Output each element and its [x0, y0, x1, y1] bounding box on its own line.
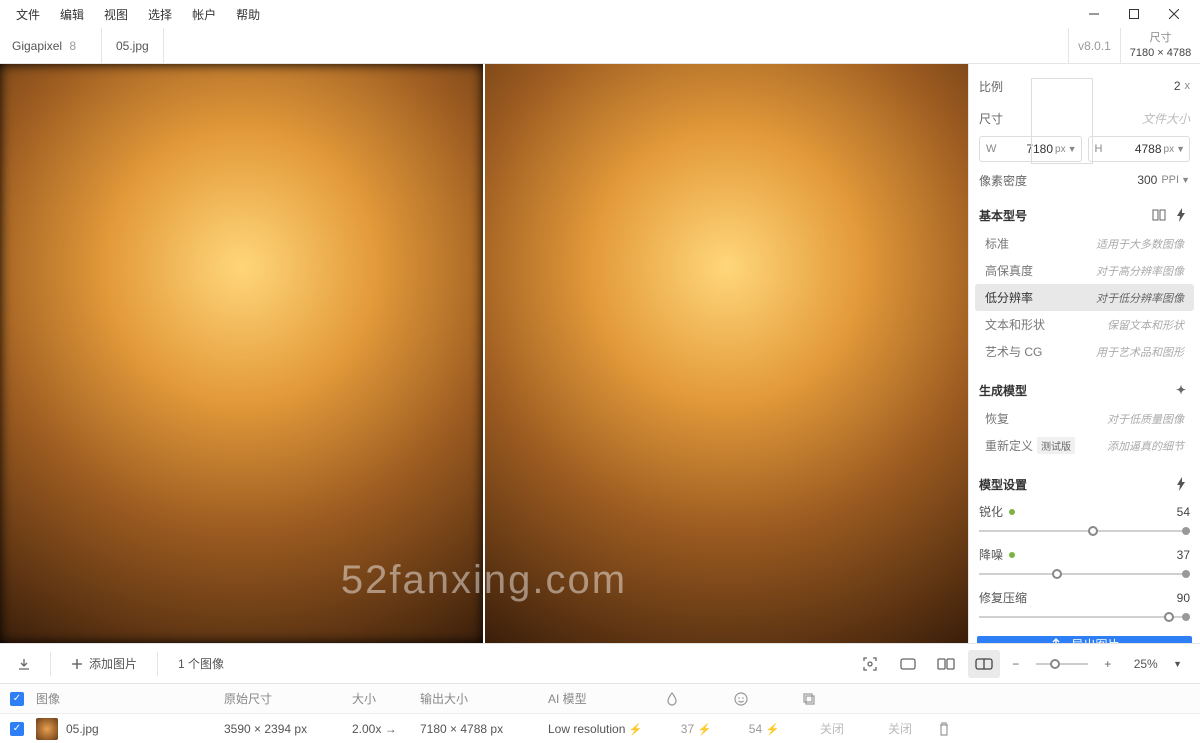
model-text[interactable]: 文本和形状保留文本和形状: [975, 311, 1194, 338]
export-button[interactable]: 导出图片: [977, 636, 1192, 643]
denoise-slider[interactable]: 降噪37: [969, 542, 1200, 585]
bolt-icon[interactable]: [1172, 206, 1190, 224]
view-side-icon[interactable]: [968, 650, 1000, 678]
maximize-button[interactable]: [1114, 0, 1154, 28]
filesize-label: 文件大小: [1142, 110, 1190, 127]
settings-panel: 比例 2 x 尺寸 文件大小 W 7180 px ▼ H 4788 px ▼: [968, 64, 1200, 643]
menu-file[interactable]: 文件: [6, 2, 50, 27]
download-icon[interactable]: [8, 650, 40, 678]
zoom-slider[interactable]: [1036, 663, 1088, 665]
zoom-out-button[interactable]: −: [1006, 650, 1026, 678]
file-table-header: ✓ 图像 原始尺寸 大小 输出大小 AI 模型: [0, 683, 1200, 713]
layers-icon: [802, 692, 862, 706]
menu-select[interactable]: 选择: [138, 2, 182, 27]
preview-canvas[interactable]: 52fanxing.com: [0, 64, 968, 643]
chevron-down-icon[interactable]: ▼: [1176, 144, 1185, 154]
col-orig[interactable]: 原始尺寸: [224, 690, 344, 707]
model-standard[interactable]: 标准适用于大多数图像: [975, 230, 1194, 257]
status-dot-icon: [1009, 509, 1015, 515]
app-name: Gigapixel 8: [0, 28, 102, 63]
row-model: Low resolution ⚡: [548, 722, 658, 736]
menu-help[interactable]: 帮助: [226, 2, 270, 27]
status-dot-icon: [1009, 552, 1015, 558]
col-image[interactable]: 图像: [36, 690, 216, 707]
row-orig-size: 3590 × 2394 px: [224, 722, 344, 736]
focus-icon[interactable]: [854, 650, 886, 678]
file-tab[interactable]: 05.jpg: [102, 28, 164, 63]
col-model[interactable]: AI 模型: [548, 690, 658, 707]
row-face-off: 关闭: [802, 720, 862, 737]
row-denoise: 37 ⚡: [666, 722, 726, 736]
plus-icon: [71, 658, 83, 670]
row-filename: 05.jpg: [66, 722, 99, 736]
size-label: 尺寸: [979, 110, 1003, 127]
row-scale: 2.00x →: [352, 722, 412, 736]
face-icon: [734, 692, 794, 706]
add-image-button[interactable]: 添加图片: [61, 650, 147, 678]
zoom-in-button[interactable]: +: [1098, 650, 1118, 678]
menu-edit[interactable]: 编辑: [50, 2, 94, 27]
row-thumbnail: [36, 718, 58, 740]
gen-redefine[interactable]: 重新定义测试版添加逼真的细节: [975, 432, 1194, 459]
row-layers-off: 关闭: [870, 720, 930, 737]
row-checkbox[interactable]: ✓: [10, 722, 24, 736]
trash-icon[interactable]: [938, 722, 968, 736]
menu-account[interactable]: 帐户: [182, 2, 226, 27]
title-bar: Gigapixel 8 05.jpg v8.0.1 尺寸 7180 × 4788: [0, 28, 1200, 64]
model-lowres[interactable]: 低分辨率对于低分辨率图像: [975, 284, 1194, 311]
zoom-level[interactable]: 25% ▼: [1124, 650, 1192, 678]
row-out-size: 7180 × 4788 px: [420, 722, 540, 736]
col-out[interactable]: 输出大小: [420, 690, 540, 707]
model-hifi[interactable]: 高保真度对于高分辨率图像: [975, 257, 1194, 284]
chevron-down-icon: ▼: [1173, 659, 1182, 669]
row-sharpen: 54 ⚡: [734, 722, 794, 736]
output-dimensions: 尺寸 7180 × 4788: [1120, 28, 1200, 63]
model-art[interactable]: 艺术与 CG用于艺术品和图形: [975, 338, 1194, 365]
menu-view[interactable]: 视图: [94, 2, 138, 27]
view-split-icon[interactable]: [930, 650, 962, 678]
gen-restore[interactable]: 恢复对于低质量图像: [975, 405, 1194, 432]
file-table-row[interactable]: ✓ 05.jpg 3590 × 2394 px 2.00x → 7180 × 4…: [0, 713, 1200, 743]
close-button[interactable]: [1154, 0, 1194, 28]
view-single-icon[interactable]: [892, 650, 924, 678]
bolt-icon[interactable]: [1172, 475, 1190, 493]
compress-slider[interactable]: 修复压缩90: [969, 585, 1200, 628]
bolt-icon: ⚡: [629, 724, 643, 736]
ppi-row[interactable]: 像素密度 300 PPI ▼: [969, 166, 1200, 194]
droplet-icon: [666, 692, 726, 706]
preview-before: [0, 64, 485, 643]
app-version: v8.0.1: [1068, 28, 1120, 63]
model-settings-header: 模型设置: [969, 467, 1200, 499]
sharpen-slider[interactable]: 锐化54: [969, 499, 1200, 542]
minimize-button[interactable]: [1074, 0, 1114, 28]
navigator-viewport[interactable]: [1031, 78, 1093, 164]
select-all-checkbox[interactable]: ✓: [10, 692, 24, 706]
gen-model-header: 生成模型 ✦: [969, 373, 1200, 405]
bottom-toolbar: 添加图片 1 个图像 − + 25% ▼: [0, 643, 1200, 683]
chevron-down-icon[interactable]: ▼: [1181, 175, 1190, 185]
sparkle-icon[interactable]: ✦: [1172, 381, 1190, 399]
compare-icon[interactable]: [1150, 206, 1168, 224]
preview-after: [485, 64, 968, 643]
basic-model-header: 基本型号: [969, 198, 1200, 230]
menu-bar: 文件 编辑 视图 选择 帐户 帮助: [0, 0, 1200, 28]
col-size[interactable]: 大小: [352, 690, 412, 707]
height-input[interactable]: H 4788 px ▼: [1088, 136, 1191, 162]
image-count: 1 个图像: [168, 650, 234, 678]
